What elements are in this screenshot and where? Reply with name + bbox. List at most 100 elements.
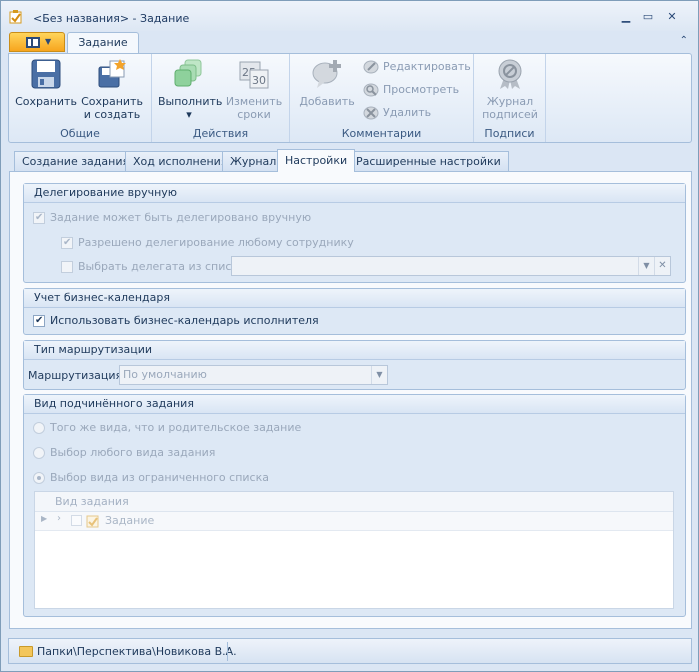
business-calendar-panel: Учет бизнес-календаря Использовать бизне… — [23, 288, 686, 335]
radio-icon — [33, 422, 45, 434]
business-calendar-panel-title: Учет бизнес-календаря — [24, 289, 685, 308]
row-indicator-icon: ▶ — [41, 514, 48, 523]
task-kind-cell: Задание — [105, 514, 155, 527]
change-deadlines-label-1: Изменить — [225, 95, 283, 108]
edit-comment-button[interactable]: Редактировать — [363, 58, 471, 76]
status-bar: Папки\Перспектива\Новикова В.А. — [8, 638, 692, 664]
application-menu-button[interactable]: ▼ — [9, 32, 65, 52]
signature-journal-label-1: Журнал — [486, 95, 534, 108]
routing-panel: Тип маршрутизации Маршрутизация: По умол… — [23, 340, 686, 390]
delete-comment-label: Удалить — [383, 106, 432, 119]
row-checkbox[interactable] — [71, 515, 82, 526]
routing-value: По умолчанию — [123, 368, 207, 381]
delegation-panel-title: Делегирование вручную — [24, 184, 685, 203]
save-icon — [31, 59, 61, 89]
save-button[interactable]: Сохранить — [15, 58, 77, 108]
routing-label: Маршрутизация: — [28, 369, 126, 382]
minimize-button[interactable]: ▁ — [615, 9, 637, 25]
delegate-select[interactable]: ▼ ✕ — [231, 256, 671, 276]
tab-execution-progress[interactable]: Ход исполнения — [125, 151, 236, 171]
svg-text:30: 30 — [252, 74, 266, 87]
view-comment-label: Просмотреть — [383, 83, 460, 96]
save-and-create-button[interactable]: Сохранить и создать — [79, 58, 145, 121]
ribbon-group-actions: Выполнить ▾ 25 30 Изменить сроки Действи… — [152, 54, 290, 142]
checkbox-icon — [61, 261, 73, 273]
group-label-actions: Действия — [192, 127, 249, 140]
execute-icon — [174, 59, 202, 87]
edit-comment-icon — [363, 60, 379, 74]
ribbon-tab-task[interactable]: Задание — [67, 32, 139, 54]
delete-comment-icon — [363, 106, 379, 120]
radio-icon — [33, 472, 45, 484]
calendar-icon: 25 30 — [239, 61, 269, 89]
chevron-down-icon[interactable]: ▼ — [371, 366, 387, 384]
ribbon-collapse-button[interactable]: ⌃ — [680, 35, 688, 46]
window-title: <Без названия> - Задание — [33, 12, 190, 25]
limited-list-label: Выбор вида из ограниченного списка — [50, 471, 269, 484]
clear-icon[interactable]: ✕ — [654, 257, 670, 275]
group-label-general: Общие — [60, 127, 100, 140]
can-delegate-label: Задание может быть делегировано вручную — [50, 211, 312, 224]
ribbon-tab-row: ▼ Задание ⌃ — [1, 31, 698, 54]
save-and-create-label-1: Сохранить — [81, 95, 143, 108]
routing-select[interactable]: По умолчанию ▼ — [119, 365, 388, 385]
status-separator — [227, 642, 228, 661]
chevron-down-icon[interactable]: ▼ — [638, 257, 654, 275]
change-deadlines-button[interactable]: 25 30 Изменить сроки — [224, 58, 284, 121]
change-deadlines-label-2: сроки — [237, 108, 271, 121]
task-kind-grid: Вид задания ▶ › Задание — [34, 491, 674, 609]
checkbox-icon — [33, 210, 45, 226]
ribbon-group-general: Сохранить Сохранить и создать Общие — [9, 54, 152, 142]
expand-chevron-icon[interactable]: › — [57, 513, 61, 524]
subtask-kind-panel: Вид подчинённого задания Того же вида, ч… — [23, 394, 686, 617]
edit-comment-label: Редактировать — [383, 60, 471, 73]
save-label: Сохранить — [15, 95, 77, 108]
task-app-icon — [9, 10, 22, 24]
comment-add-icon — [312, 60, 341, 88]
ribbon-group-signatures: Журнал подписей Подписи — [474, 54, 546, 142]
view-comment-button[interactable]: Просмотреть — [363, 81, 459, 99]
execute-button[interactable]: Выполнить ▾ — [158, 58, 223, 121]
use-calendar-label: Использовать бизнес-календарь исполнител… — [50, 314, 319, 327]
same-kind-label: Того же вида, что и родительское задание — [50, 421, 302, 434]
chevron-down-icon: ▼ — [45, 37, 52, 46]
folder-icon — [19, 646, 33, 657]
group-label-signatures: Подписи — [484, 127, 535, 140]
title-bar: <Без названия> - Задание ▁ ▭ ✕ — [1, 1, 698, 31]
folder-path[interactable]: Папки\Перспектива\Новикова В.А. — [37, 645, 237, 658]
close-button[interactable]: ✕ — [661, 9, 683, 25]
tab-settings[interactable]: Настройки — [277, 149, 356, 172]
signature-journal-button[interactable]: Журнал подписей — [478, 58, 542, 121]
save-and-create-label-2: и создать — [83, 108, 141, 121]
add-comment-label: Добавить — [299, 95, 355, 108]
group-label-comments: Комментарии — [341, 127, 422, 140]
tab-journal[interactable]: Журнал — [222, 151, 285, 171]
task-icon — [86, 515, 99, 528]
execute-label: Выполнить — [158, 95, 223, 108]
settings-content: Делегирование вручную Задание может быть… — [9, 171, 692, 629]
checkbox-icon — [61, 235, 73, 251]
radio-icon — [33, 447, 45, 459]
seal-icon — [498, 59, 522, 89]
add-comment-button[interactable]: Добавить — [296, 58, 358, 108]
delete-comment-button[interactable]: Удалить — [363, 104, 431, 122]
subtask-kind-panel-title: Вид подчинённого задания — [24, 395, 685, 414]
signature-journal-label-2: подписей — [482, 108, 538, 121]
view-comment-icon — [363, 83, 379, 97]
app-menu-icon — [26, 37, 40, 48]
any-employee-label: Разрешено делегирование любому сотрудник… — [78, 236, 354, 249]
table-row[interactable]: ▶ › Задание — [35, 512, 673, 531]
ribbon-group-comments: Добавить Редактировать Просмотреть Удали… — [290, 54, 474, 142]
save-and-create-icon — [98, 59, 126, 88]
choose-from-list-label: Выбрать делегата из списка — [78, 260, 245, 273]
main-window: <Без названия> - Задание ▁ ▭ ✕ ▼ Задание… — [0, 0, 699, 672]
checkbox-icon — [33, 313, 45, 329]
grid-header-task-kind[interactable]: Вид задания — [35, 492, 673, 512]
maximize-button[interactable]: ▭ — [637, 9, 659, 25]
routing-panel-title: Тип маршрутизации — [24, 341, 685, 360]
tab-task-creation[interactable]: Создание задания — [14, 151, 138, 171]
any-kind-label: Выбор любого вида задания — [50, 446, 216, 459]
execute-dropdown-icon: ▾ — [186, 108, 192, 121]
delegation-panel: Делегирование вручную Задание может быть… — [23, 183, 686, 283]
tab-advanced-settings[interactable]: Расширенные настройки — [348, 151, 509, 171]
